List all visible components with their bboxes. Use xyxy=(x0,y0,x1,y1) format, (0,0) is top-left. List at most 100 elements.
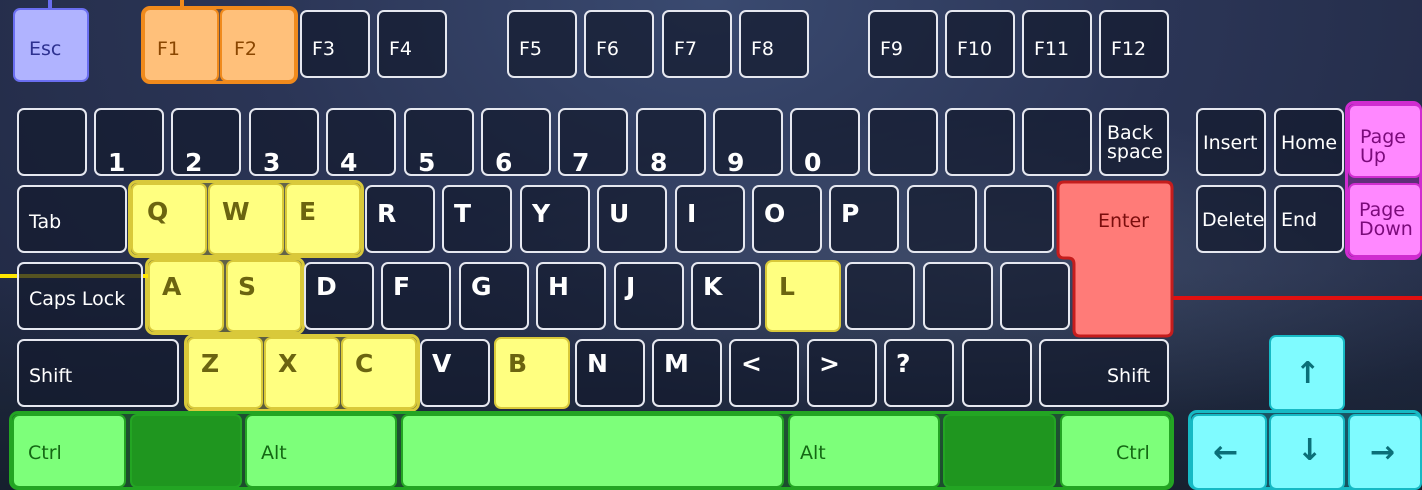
unlabeled-key[interactable] xyxy=(1022,108,1092,176)
x-key[interactable]: X xyxy=(264,337,340,409)
f4-key[interactable]: F4 xyxy=(377,10,447,78)
unlabeled-key[interactable] xyxy=(943,414,1056,488)
enter-key[interactable]: Enter xyxy=(1056,180,1174,338)
alt-right-key[interactable]: Alt xyxy=(788,414,940,488)
home-key[interactable]: Home xyxy=(1274,108,1344,176)
d0-key[interactable]: 0 xyxy=(790,108,860,176)
page-down-key[interactable]: Page Down xyxy=(1348,183,1422,257)
insert-key[interactable]: Insert xyxy=(1196,108,1266,176)
d7-key[interactable]: 7 xyxy=(558,108,628,176)
arrow-down-key[interactable]: ↓ xyxy=(1269,414,1345,490)
unlabeled-key[interactable] xyxy=(1000,262,1070,330)
a-key[interactable]: A xyxy=(148,260,224,332)
p-key[interactable]: P xyxy=(829,185,899,253)
d0-key-label: 0 xyxy=(804,148,822,177)
d4-key[interactable]: 4 xyxy=(326,108,396,176)
w-key[interactable]: W xyxy=(208,183,284,255)
d8-key[interactable]: 8 xyxy=(636,108,706,176)
backspace-key[interactable]: Back space xyxy=(1099,108,1169,176)
f5-key[interactable]: F5 xyxy=(507,10,577,78)
enter-key-label: Enter xyxy=(1098,210,1149,232)
alt-right-key-label: Alt xyxy=(800,442,826,464)
e-key[interactable]: E xyxy=(285,183,361,255)
z-key[interactable]: Z xyxy=(187,337,263,409)
i-key[interactable]: I xyxy=(675,185,745,253)
backspace-key-label: Back space xyxy=(1107,122,1163,163)
h-key[interactable]: H xyxy=(536,262,606,330)
ctrl-left-key[interactable]: Ctrl xyxy=(12,414,126,488)
y-key[interactable]: Y xyxy=(520,185,590,253)
caps-lock-key[interactable]: Caps Lock xyxy=(17,262,143,330)
d3-key[interactable]: 3 xyxy=(249,108,319,176)
shift-right-key[interactable]: Shift xyxy=(1039,339,1169,407)
shift-left-key[interactable]: Shift xyxy=(17,339,179,407)
page-up-key[interactable]: Page Up xyxy=(1348,104,1422,178)
d5-key[interactable]: 5 xyxy=(404,108,474,176)
t-key[interactable]: T xyxy=(442,185,512,253)
f1-key-label: F1 xyxy=(157,38,181,60)
u-key[interactable]: U xyxy=(597,185,667,253)
v-key[interactable]: V xyxy=(420,339,490,407)
delete-key[interactable]: Delete xyxy=(1196,185,1266,253)
b-key[interactable]: B xyxy=(494,337,570,409)
f4-key-label: F4 xyxy=(389,38,413,60)
unlabeled-key[interactable] xyxy=(962,339,1032,407)
o-key[interactable]: O xyxy=(752,185,822,253)
c-key[interactable]: C xyxy=(341,337,417,409)
f1-key[interactable]: F1 xyxy=(143,8,219,82)
unlabeled-key[interactable] xyxy=(945,108,1015,176)
n-key[interactable]: N xyxy=(575,339,645,407)
end-key[interactable]: End xyxy=(1274,185,1344,253)
unlabeled-key[interactable] xyxy=(984,185,1054,253)
f3-key[interactable]: F3 xyxy=(300,10,370,78)
j-key[interactable]: J xyxy=(614,262,684,330)
arrow-right-key[interactable]: → xyxy=(1348,414,1422,490)
unlabeled-key[interactable] xyxy=(923,262,993,330)
f12-key[interactable]: F12 xyxy=(1099,10,1169,78)
t-key-label: T xyxy=(454,199,472,228)
esc-key[interactable]: Esc xyxy=(13,8,89,82)
gt-key[interactable]: > xyxy=(807,339,877,407)
d3-key-label: 3 xyxy=(263,148,281,177)
alt-left-key[interactable]: Alt xyxy=(245,414,397,488)
ctrl-right-key[interactable]: Ctrl xyxy=(1060,414,1171,488)
space-key[interactable] xyxy=(401,414,784,488)
unlabeled-key[interactable] xyxy=(907,185,977,253)
f7-key[interactable]: F7 xyxy=(662,10,732,78)
d2-key[interactable]: 2 xyxy=(171,108,241,176)
f12-key-label: F12 xyxy=(1111,38,1147,60)
unlabeled-key[interactable] xyxy=(845,262,915,330)
r-key[interactable]: R xyxy=(365,185,435,253)
unlabeled-key[interactable] xyxy=(868,108,938,176)
f-key[interactable]: F xyxy=(381,262,451,330)
l-key[interactable]: L xyxy=(765,260,841,332)
d6-key[interactable]: 6 xyxy=(481,108,551,176)
ctrl-right-key-label: Ctrl xyxy=(1116,442,1150,464)
y-key-label: Y xyxy=(532,199,551,228)
question-key[interactable]: ? xyxy=(884,339,954,407)
s-key[interactable]: S xyxy=(226,260,302,332)
c-key-label: C xyxy=(355,349,374,378)
f2-key[interactable]: F2 xyxy=(220,8,296,82)
lt-key[interactable]: < xyxy=(729,339,799,407)
d9-key[interactable]: 9 xyxy=(713,108,783,176)
m-key[interactable]: M xyxy=(652,339,722,407)
f11-key[interactable]: F11 xyxy=(1022,10,1092,78)
q-key[interactable]: Q xyxy=(131,183,207,255)
f9-key[interactable]: F9 xyxy=(868,10,938,78)
d-key[interactable]: D xyxy=(304,262,374,330)
k-key[interactable]: K xyxy=(691,262,761,330)
arrow-left-key[interactable]: ← xyxy=(1191,414,1267,490)
f6-key[interactable]: F6 xyxy=(584,10,654,78)
unlabeled-key[interactable] xyxy=(17,108,87,176)
d1-key[interactable]: 1 xyxy=(94,108,164,176)
w-key-label: W xyxy=(222,197,250,226)
f8-key[interactable]: F8 xyxy=(739,10,809,78)
alt-left-key-label: Alt xyxy=(261,442,287,464)
g-key[interactable]: G xyxy=(459,262,529,330)
arrow-up-key[interactable]: ↑ xyxy=(1269,335,1345,411)
tab-key[interactable]: Tab xyxy=(17,185,127,253)
unlabeled-key[interactable] xyxy=(130,414,242,488)
v-key-label: V xyxy=(432,349,452,378)
f10-key[interactable]: F10 xyxy=(945,10,1015,78)
